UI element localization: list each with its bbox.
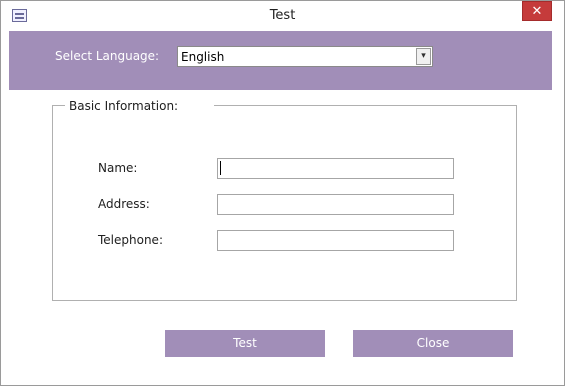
- address-input[interactable]: [217, 194, 454, 215]
- close-icon: ✕: [531, 4, 543, 19]
- name-input[interactable]: [217, 158, 454, 179]
- address-label: Address:: [98, 197, 150, 211]
- telephone-input[interactable]: [217, 230, 454, 251]
- text-caret: [220, 161, 221, 175]
- close-button[interactable]: Close: [353, 330, 513, 357]
- title-bar: Test ✕: [1, 1, 564, 31]
- group-legend: Basic Information:: [65, 99, 214, 113]
- window-title: Test: [269, 8, 296, 23]
- telephone-label: Telephone:: [98, 233, 163, 247]
- chevron-down-icon[interactable]: ▾: [416, 48, 431, 65]
- language-dropdown[interactable]: English ▾: [177, 46, 433, 67]
- name-label: Name:: [98, 161, 138, 175]
- test-button[interactable]: Test: [165, 330, 325, 357]
- language-label: Select Language:: [55, 49, 160, 63]
- language-value: English: [181, 50, 225, 64]
- close-window-button[interactable]: ✕: [522, 1, 552, 21]
- language-header: Select Language: English ▾: [9, 31, 552, 90]
